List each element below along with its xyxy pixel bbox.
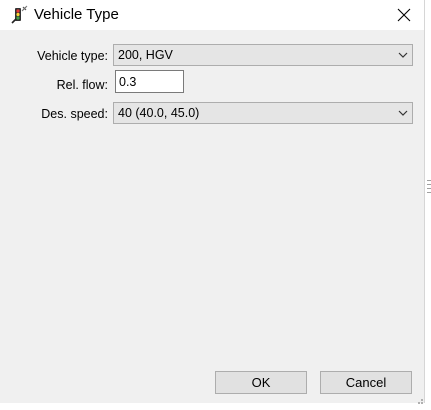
rel-flow-input[interactable] [115,70,184,93]
rel-flow-label: Rel. flow: [56,78,108,92]
close-icon[interactable] [397,8,411,22]
vehicle-type-dialog: Vehicle Type Vehicle type: 200, HGV Rel.… [0,0,431,404]
chevron-down-icon [398,52,408,58]
vehicle-type-label: Vehicle type: [37,49,108,63]
close-button[interactable] [388,0,420,30]
edge-tick [427,192,431,193]
title-bar: Vehicle Type [0,0,424,30]
dialog-body: Vehicle type: 200, HGV Rel. flow: Des. s… [0,30,424,403]
traffic-light-vehicle-icon [9,5,29,25]
des-speed-label: Des. speed: [41,107,108,121]
edge-tick [427,180,431,181]
chevron-down-icon [398,110,408,116]
vehicle-type-dropdown[interactable]: 200, HGV [113,44,413,66]
cancel-button[interactable]: Cancel [320,371,412,394]
ok-button[interactable]: OK [215,371,307,394]
des-speed-dropdown[interactable]: 40 (40.0, 45.0) [113,102,413,124]
des-speed-value: 40 (40.0, 45.0) [118,106,200,120]
window-right-edge [424,0,431,403]
edge-tick [427,188,431,189]
window-title: Vehicle Type [34,6,119,23]
edge-tick [427,184,431,185]
vehicle-type-value: 200, HGV [118,48,173,62]
resize-grip-icon[interactable] [414,392,424,404]
